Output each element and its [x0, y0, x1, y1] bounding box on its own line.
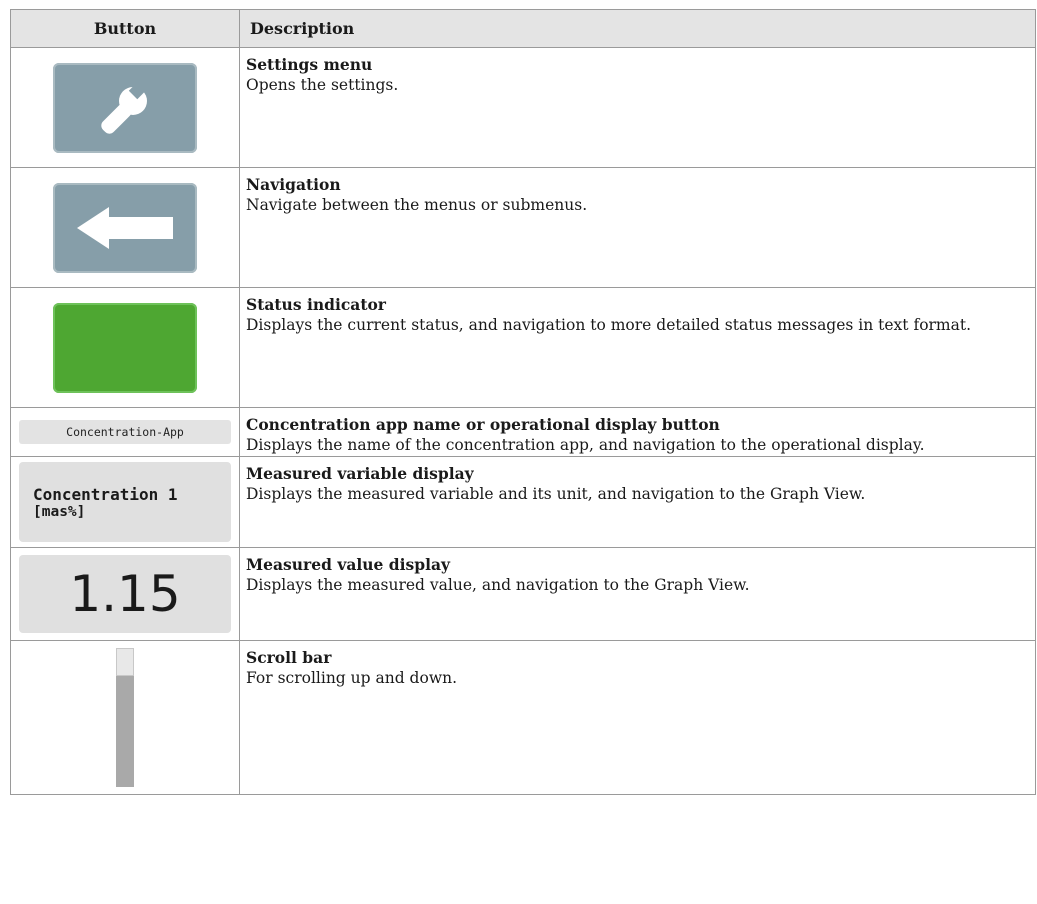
row-title: Scroll bar — [246, 648, 332, 667]
table-row: Navigation Navigate between the menus or… — [10, 167, 1036, 288]
row-text: Navigate between the menus or submenus. — [246, 196, 588, 214]
row-text: Opens the settings. — [246, 76, 399, 94]
button-cell — [10, 167, 240, 288]
row-text: Displays the name of the concentration a… — [246, 436, 925, 454]
row-title: Concentration app name or operational di… — [246, 415, 720, 434]
button-cell — [10, 287, 240, 408]
variable-unit: [mas%] — [33, 504, 86, 520]
row-text: Displays the measured value, and navigat… — [246, 576, 750, 594]
button-cell: Concentration-App — [10, 407, 240, 457]
header-description: Description — [239, 9, 1036, 48]
table-row: 1.15 Measured value display Displays the… — [10, 547, 1036, 641]
navigation-button[interactable] — [53, 182, 197, 273]
row-text: Displays the measured variable and its u… — [246, 485, 866, 503]
arrow-left-icon — [77, 206, 173, 249]
description-cell: Scroll bar For scrolling up and down. — [239, 640, 1036, 795]
row-title: Settings menu — [246, 55, 373, 74]
description-cell: Measured value display Displays the meas… — [239, 547, 1036, 641]
row-title: Measured variable display — [246, 464, 474, 483]
table-row: Status indicator Displays the current st… — [10, 287, 1036, 408]
button-cell: Concentration 1 [mas%] — [10, 456, 240, 548]
row-title: Navigation — [246, 175, 341, 194]
description-cell: Measured variable display Displays the m… — [239, 456, 1036, 548]
scroll-track[interactable] — [116, 676, 134, 787]
status-indicator-button[interactable] — [53, 302, 197, 393]
button-cell — [10, 47, 240, 168]
row-text: For scrolling up and down. — [246, 669, 457, 687]
scroll-thumb[interactable] — [116, 648, 134, 676]
table-header-row: Button Description — [10, 9, 1036, 48]
description-cell: Navigation Navigate between the menus or… — [239, 167, 1036, 288]
measured-variable-button[interactable]: Concentration 1 [mas%] — [19, 462, 231, 542]
button-description-table: Button Description Settings menu Opens t… — [10, 9, 1036, 795]
variable-name: Concentration 1 — [33, 485, 178, 504]
description-cell: Concentration app name or operational di… — [239, 407, 1036, 457]
table-row: Settings menu Opens the settings. — [10, 47, 1036, 168]
description-cell: Status indicator Displays the current st… — [239, 287, 1036, 408]
description-cell: Settings menu Opens the settings. — [239, 47, 1036, 168]
row-title: Measured value display — [246, 555, 451, 574]
row-text: Displays the current status, and navigat… — [246, 316, 972, 334]
wrench-icon — [101, 80, 148, 134]
table-row: Scroll bar For scrolling up and down. — [10, 640, 1036, 795]
settings-button[interactable] — [53, 62, 197, 153]
table-row: Concentration 1 [mas%] Measured variable… — [10, 456, 1036, 548]
row-title: Status indicator — [246, 295, 386, 314]
measured-value-button[interactable]: 1.15 — [19, 555, 231, 633]
header-button: Button — [10, 9, 240, 48]
button-cell: 1.15 — [10, 547, 240, 641]
scroll-bar[interactable] — [116, 648, 134, 787]
concentration-app-button[interactable]: Concentration-App — [19, 420, 231, 444]
table-row: Concentration-App Concentration app name… — [10, 407, 1036, 457]
button-cell — [10, 640, 240, 795]
